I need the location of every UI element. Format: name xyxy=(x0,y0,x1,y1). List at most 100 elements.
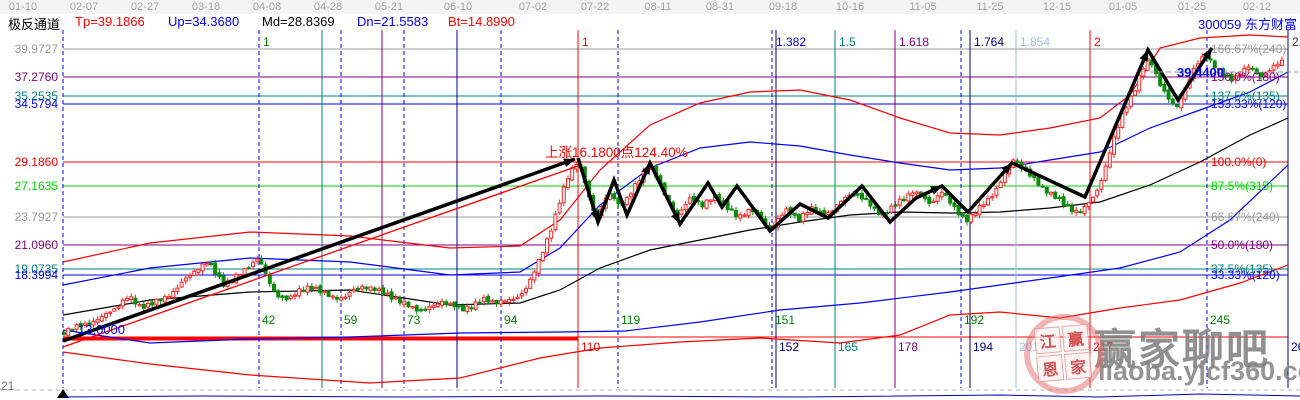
fib-marker-label: 1.764 xyxy=(974,35,1004,49)
date-label: 01-25 xyxy=(1178,1,1206,13)
candle-body xyxy=(1016,161,1019,163)
candle-body xyxy=(1171,99,1174,104)
candle-body xyxy=(1163,84,1166,91)
candle-body xyxy=(957,205,960,214)
candle-body xyxy=(294,295,297,296)
candle-body xyxy=(390,292,393,299)
candle-body xyxy=(940,192,943,197)
indicator-param: Md=28.8369 xyxy=(262,14,335,29)
candle-body xyxy=(966,215,969,222)
candle-body xyxy=(100,317,103,321)
candle-body xyxy=(470,308,473,309)
candle-body xyxy=(705,200,708,208)
candle-body xyxy=(1066,204,1069,206)
candle-body xyxy=(735,210,738,216)
candle-body xyxy=(554,214,557,230)
candle-body xyxy=(1104,166,1107,180)
candle-body xyxy=(277,291,280,297)
candle-body xyxy=(625,197,628,204)
candle-body xyxy=(495,300,498,303)
day-count-label: 73 xyxy=(407,313,421,327)
percent-axis-label: 50.0%(180) xyxy=(1211,238,1273,252)
candle-body xyxy=(105,314,108,318)
candle-body xyxy=(1062,197,1065,206)
candle-body xyxy=(541,253,544,261)
candle-body xyxy=(793,213,796,215)
candle-body xyxy=(348,292,351,296)
day-count-label: 26 xyxy=(1291,340,1300,354)
price-axis-label: 27.1635 xyxy=(15,179,59,193)
candle-body xyxy=(394,297,397,298)
candle-body xyxy=(319,286,322,293)
channel-line-dn xyxy=(63,165,1288,343)
candle-body xyxy=(159,299,162,300)
arrow-head xyxy=(590,210,599,222)
candle-body xyxy=(894,205,897,206)
candle-body xyxy=(516,297,519,298)
candle-body xyxy=(411,307,414,308)
candle-body xyxy=(802,213,805,221)
candle-body xyxy=(142,304,145,308)
chart-canvas[interactable]: 39.9727166.67%(240)37.2760150.0%(180)35.… xyxy=(0,0,1300,400)
candle-body xyxy=(932,201,935,202)
candle-body xyxy=(970,214,973,221)
candle-body xyxy=(436,304,439,307)
candle-body xyxy=(567,179,570,188)
candle-body xyxy=(978,206,981,215)
candle-body xyxy=(147,303,150,307)
candle-body xyxy=(537,259,540,273)
stock-chart-window: 01-1002-0702-2703-1804-0804-2805-2106-10… xyxy=(0,0,1300,400)
candle-body xyxy=(126,298,129,300)
candle-body xyxy=(529,279,532,288)
candle-body xyxy=(1050,192,1053,194)
candle-body xyxy=(184,278,187,281)
candle-body xyxy=(995,189,998,196)
candle-body xyxy=(239,275,242,276)
candle-body xyxy=(373,288,376,290)
candle-body xyxy=(109,312,112,313)
candle-body xyxy=(709,200,712,201)
price-axis-label: 21.0960 xyxy=(15,238,59,252)
candle-body xyxy=(856,194,859,195)
candle-body xyxy=(382,288,385,294)
candle-body xyxy=(415,306,418,311)
candle-body xyxy=(121,300,124,306)
date-label: 12-15 xyxy=(1043,1,1071,13)
candle-body xyxy=(361,286,364,289)
candle-body xyxy=(953,203,956,206)
price-axis-label: 39.9727 xyxy=(15,42,59,56)
candle-body xyxy=(386,293,389,294)
candle-body xyxy=(987,199,990,205)
day-count-label: 59 xyxy=(344,313,358,327)
candle-body xyxy=(117,307,120,308)
candle-body xyxy=(155,299,158,304)
candle-body xyxy=(1138,75,1141,90)
candle-body xyxy=(344,297,347,298)
day-count-label: 165 xyxy=(838,340,858,354)
candle-body xyxy=(327,291,330,296)
candle-body xyxy=(911,193,914,195)
day-count-label: 152 xyxy=(779,340,799,354)
candle-body xyxy=(193,271,196,275)
candle-body xyxy=(1096,190,1099,196)
candle-body xyxy=(1092,197,1095,202)
percent-axis-label: 66.67%(240) xyxy=(1211,210,1280,224)
candle-body xyxy=(478,302,481,303)
day-count-label: 94 xyxy=(504,313,518,327)
day-count-label: 178 xyxy=(898,340,918,354)
candle-body xyxy=(1176,105,1179,106)
percent-axis-label: 100.0%(0) xyxy=(1211,155,1266,169)
candle-body xyxy=(243,269,246,275)
day-count-label: 110 xyxy=(581,340,600,354)
candle-body xyxy=(903,199,906,200)
candle-body xyxy=(268,275,271,284)
day-count-label: 192 xyxy=(964,313,984,327)
candle-body xyxy=(730,209,733,210)
candle-body xyxy=(546,239,549,253)
price-axis-label: 37.2760 xyxy=(15,70,59,84)
candle-body xyxy=(499,300,502,304)
date-label: 01-10 xyxy=(9,1,37,13)
date-label: 02-12 xyxy=(1243,1,1271,13)
candle-body xyxy=(315,287,318,288)
candle-body xyxy=(285,296,288,300)
